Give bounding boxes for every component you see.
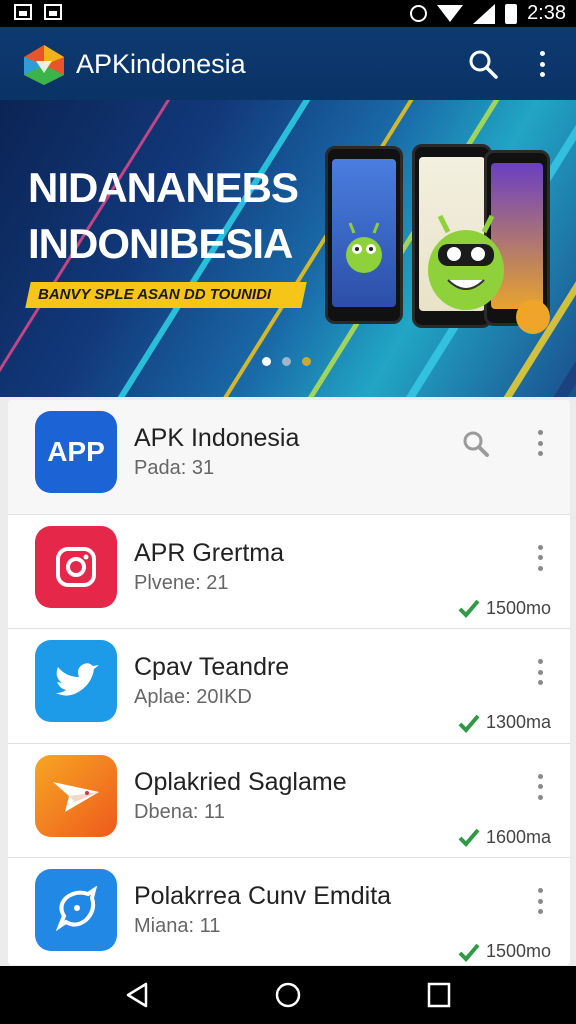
- chat-leaf-icon: [35, 869, 117, 952]
- android-character-icon: [428, 214, 504, 310]
- app-logo-icon: [24, 45, 64, 85]
- list-item[interactable]: APP APK Indonesia Pada: 31: [8, 400, 570, 515]
- row-overflow-menu-icon[interactable]: [538, 888, 544, 915]
- signal-icon: [473, 3, 496, 24]
- app-text-icon: APP: [35, 411, 117, 493]
- status-bar: 2:38: [0, 0, 576, 27]
- page-dot[interactable]: [302, 357, 311, 366]
- download-count: 1500mo: [458, 598, 551, 619]
- notification-image-icon: [14, 4, 32, 20]
- app-meta: Dbena: 11: [134, 800, 225, 823]
- list-item[interactable]: Polakrrea Cunv Emdita Miana: 11 1500mo: [8, 858, 570, 965]
- promo-banner[interactable]: NIDANANEBS INDONIBESIA BANVY SPLE ASAN D…: [0, 100, 576, 397]
- check-download-icon: [458, 714, 480, 733]
- app-meta: Miana: 11: [134, 915, 221, 938]
- battery-icon: [505, 3, 518, 24]
- app-name: Oplakried Saglame: [134, 767, 347, 796]
- check-download-icon: [458, 943, 480, 962]
- instagram-icon: [35, 525, 117, 608]
- search-icon[interactable]: [461, 429, 491, 459]
- overflow-menu-icon[interactable]: [536, 49, 548, 79]
- app-list: APP APK Indonesia Pada: 31 APR Grertma P…: [8, 400, 570, 965]
- check-download-icon: [458, 828, 480, 848]
- download-count: 1500mo: [458, 941, 551, 962]
- app-name: Cpav Teandre: [134, 653, 290, 682]
- app-name: APK Indonesia: [134, 424, 300, 452]
- home-icon[interactable]: [274, 981, 302, 1009]
- list-item[interactable]: APR Grertma Plvene: 21 1500mo: [8, 515, 570, 630]
- recents-icon[interactable]: [426, 981, 452, 1009]
- download-count: 1300ma: [458, 712, 551, 733]
- page-dot[interactable]: [262, 357, 271, 366]
- system-nav-bar: [0, 966, 576, 1024]
- page-dot[interactable]: [282, 357, 291, 366]
- paper-plane-icon: [35, 754, 117, 837]
- list-item[interactable]: Cpav Teandre Aplae: 20IKD 1300ma: [8, 629, 570, 744]
- notification-gallery-icon: [44, 4, 62, 20]
- status-time: 2:38: [527, 2, 566, 24]
- app-title: APKindonesia: [76, 49, 246, 79]
- controller-badge-icon: [516, 300, 550, 334]
- app-meta: Pada: 31: [134, 457, 215, 479]
- phone-illustration: [325, 146, 403, 324]
- row-overflow-menu-icon[interactable]: [538, 773, 544, 800]
- search-icon[interactable]: [468, 49, 498, 79]
- list-item[interactable]: Oplakried Saglame Dbena: 11 1600ma: [8, 744, 570, 859]
- back-icon[interactable]: [124, 981, 152, 1009]
- check-download-icon: [458, 599, 480, 619]
- alarm-icon: [410, 5, 428, 22]
- banner-headline: NIDANANEBS: [28, 164, 299, 211]
- row-overflow-menu-icon[interactable]: [538, 430, 544, 456]
- row-overflow-menu-icon[interactable]: [538, 544, 544, 571]
- app-meta: Aplae: 20IKD: [134, 686, 252, 709]
- android-mascot-icon: [346, 222, 382, 273]
- row-overflow-menu-icon[interactable]: [538, 659, 544, 686]
- bird-icon: [35, 640, 117, 723]
- app-bar: APKindonesia: [0, 27, 576, 100]
- banner-tagline: BANVY SPLE ASAN DD TOUNIDI: [25, 282, 307, 308]
- banner-headline-2: INDONIBESIA: [28, 220, 293, 267]
- wifi-icon: [437, 5, 464, 22]
- app-meta: Plvene: 21: [134, 571, 229, 594]
- app-name: Polakrrea Cunv Emdita: [134, 882, 392, 911]
- download-count: 1600ma: [458, 827, 551, 848]
- app-name: APR Grertma: [134, 538, 285, 567]
- banner-pagination: [262, 357, 311, 366]
